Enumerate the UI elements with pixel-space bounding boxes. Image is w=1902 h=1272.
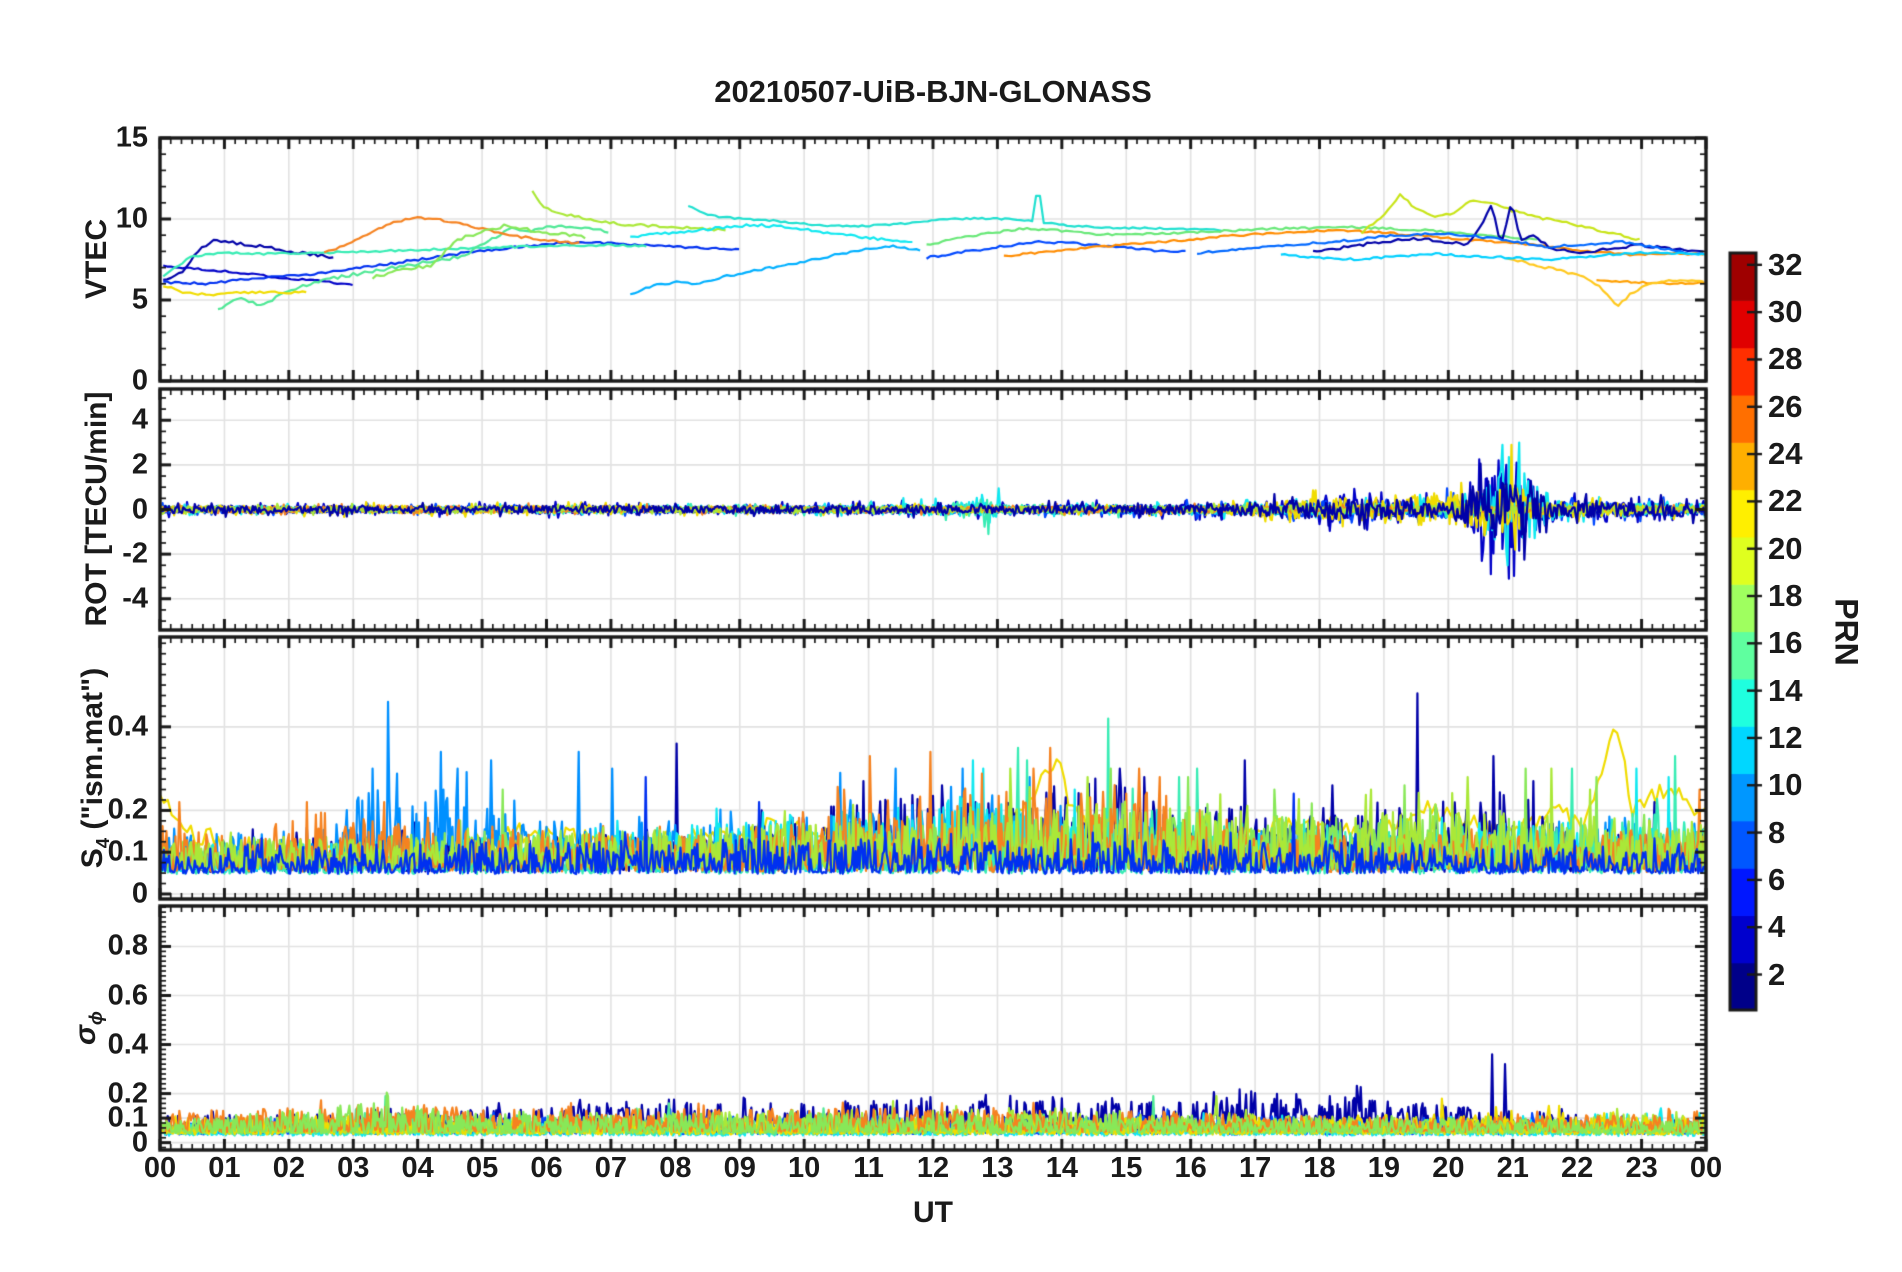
colorbar-tick-label: 14 [1768,672,1803,708]
y-tick-label: 15 [115,121,148,154]
x-tick-label: 00 [143,1152,177,1184]
chart-canvas [0,0,1902,1272]
y-tick-label: 0.1 [107,835,148,868]
colorbar-tick-label: 18 [1768,578,1803,614]
colorbar-tick-label: 22 [1768,483,1803,519]
x-tick-label: 12 [916,1152,950,1184]
y-tick-label: 0.8 [107,929,148,962]
x-tick-label: 17 [1238,1152,1272,1184]
y-tick-label: 0.6 [107,979,148,1011]
colorbar-tick-label: 20 [1768,530,1803,566]
x-tick-label: 14 [1045,1152,1078,1184]
x-tick-label: 03 [337,1152,370,1184]
x-tick-label: 09 [723,1152,756,1184]
y-tick-label: 0 [131,877,148,910]
x-tick-label: 23 [1625,1152,1658,1184]
x-tick-label: 07 [594,1152,628,1184]
colorbar-label: PRN [1828,598,1865,666]
x-tick-label: 04 [401,1152,434,1184]
colorbar-tick-label: 26 [1768,388,1803,424]
y-tick-label: 0.2 [107,1077,148,1110]
y-tick-label: 0 [131,364,148,397]
chart-title: 20210507-UiB-BJN-GLONASS [714,74,1152,109]
figure: 20210507-UiB-BJN-GLONASS VTEC ROT [TECU/… [0,0,1902,1272]
colorbar-tick-label: 2 [1768,956,1786,992]
y-tick-label: 5 [131,283,148,316]
y-tick-label: -4 [122,582,148,615]
x-tick-label: 21 [1496,1152,1529,1184]
y-axis-label-sigma-phi: σϕ [69,1011,106,1046]
x-tick-label: 08 [659,1152,692,1184]
y-tick-label: 10 [115,202,148,235]
x-tick-label: 10 [788,1152,821,1184]
y-tick-label: 0.4 [107,1028,148,1061]
x-tick-label: 15 [1110,1152,1143,1184]
x-tick-label: 16 [1174,1152,1207,1184]
x-tick-label: 02 [272,1152,305,1184]
x-tick-label: 13 [981,1152,1014,1184]
y-tick-label: -2 [122,537,148,570]
colorbar-tick-label: 30 [1768,294,1803,330]
x-tick-label: 19 [1367,1152,1401,1184]
colorbar-tick-label: 4 [1768,909,1786,945]
colorbar-tick-label: 12 [1768,719,1803,755]
colorbar-tick-label: 32 [1768,246,1803,282]
colorbar-tick-label: 8 [1768,814,1786,850]
colorbar-tick-label: 28 [1768,341,1803,377]
y-tick-label: 0 [131,493,148,525]
x-tick-label: 22 [1561,1152,1594,1184]
colorbar-tick-label: 24 [1768,436,1803,472]
colorbar-tick-label: 10 [1768,767,1803,803]
x-tick-label: 18 [1303,1152,1336,1184]
y-tick-label: 0.4 [107,710,148,743]
x-tick-label: 05 [465,1152,499,1184]
x-tick-label: 20 [1432,1152,1465,1184]
y-tick-label: 2 [131,448,148,481]
y-tick-label: 0.2 [107,793,148,826]
x-axis-label: UT [913,1196,953,1229]
x-tick-label: 01 [208,1152,241,1184]
x-tick-label: 11 [853,1152,884,1184]
x-tick-label: 06 [530,1152,563,1184]
colorbar-tick-label: 6 [1768,861,1786,897]
y-tick-label: 4 [131,403,148,436]
x-tick-label: 00 [1689,1152,1723,1184]
colorbar-tick-label: 16 [1768,625,1803,661]
